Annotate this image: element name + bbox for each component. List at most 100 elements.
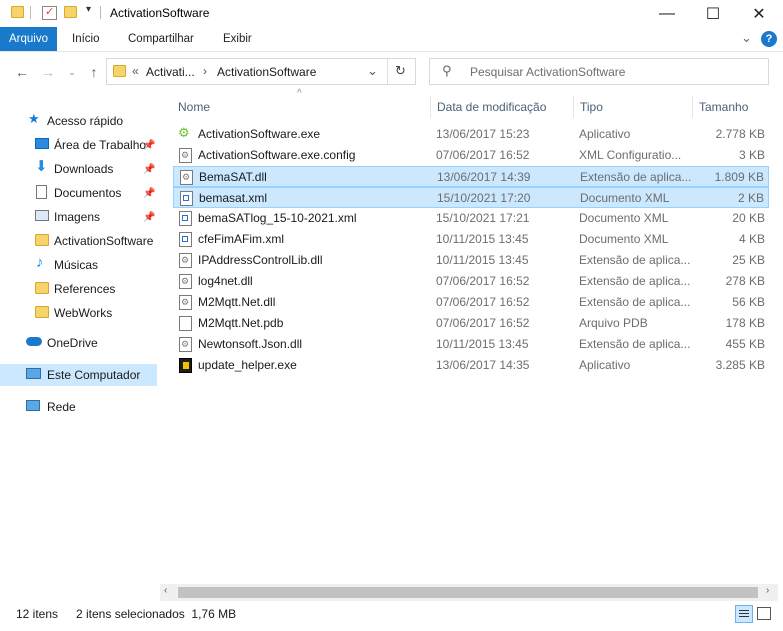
file-type: Documento XML xyxy=(579,232,669,246)
column-divider[interactable] xyxy=(430,96,431,118)
close-button[interactable]: ✕ xyxy=(736,0,782,27)
tab-exibir[interactable]: Exibir xyxy=(223,27,252,51)
nav-item-label: Acesso rápido xyxy=(47,114,124,128)
breadcrumb-item[interactable]: Activati... xyxy=(146,65,195,79)
address-dropdown-icon[interactable]: ⌄ xyxy=(367,63,378,79)
tab-compartilhar[interactable]: Compartilhar xyxy=(128,27,194,51)
nav-item-label: Rede xyxy=(47,400,76,414)
nav-item-este-computador[interactable]: Este Computador xyxy=(0,364,157,386)
column-header-date[interactable]: Data de modificação xyxy=(437,96,546,118)
pin-icon: 📌 xyxy=(143,139,156,151)
file-size: 25 KB xyxy=(732,253,765,267)
minimize-button[interactable]: — xyxy=(644,0,690,27)
properties-icon[interactable]: ✓ xyxy=(42,6,57,20)
folder-icon xyxy=(113,65,126,77)
table-row[interactable]: ⚙ IPAddressControlLib.dll 10/11/2015 13:45… xyxy=(173,250,769,271)
details-view-icon[interactable] xyxy=(735,605,753,623)
exe-icon: ⚙ xyxy=(178,125,190,140)
help-icon[interactable]: ? xyxy=(761,31,777,47)
pin-icon: 📌 xyxy=(143,163,156,175)
up-arrow-icon[interactable]: ↑ xyxy=(84,62,104,82)
file-type: Extensão de aplica... xyxy=(579,337,691,351)
desktop-icon xyxy=(35,138,49,149)
search-box[interactable]: ⚲ Pesquisar ActivationSoftware xyxy=(429,58,769,85)
table-row[interactable]: ⚙ Newtonsoft.Json.dll 10/11/2015 13:45 Exte… xyxy=(173,334,769,355)
nav-item-label: ActivationSoftware xyxy=(54,234,154,248)
tab-arquivo[interactable]: Arquivo xyxy=(0,27,57,51)
search-input[interactable]: Pesquisar ActivationSoftware xyxy=(470,65,625,79)
column-header-type[interactable]: Tipo xyxy=(580,96,603,118)
nav-item-musicas[interactable]: ♪ Músicas xyxy=(0,254,157,276)
file-name: M2Mqtt.Net.dll xyxy=(198,295,276,309)
recent-locations-icon[interactable]: ⌄ xyxy=(62,62,82,82)
new-folder-icon[interactable] xyxy=(64,6,77,18)
table-row[interactable]: bemasat.xml 15/10/2021 17:20 Documento XML… xyxy=(173,187,769,208)
file-name: ActivationSoftware.exe.config xyxy=(198,148,356,162)
nav-item-area-de-trabalho[interactable]: Área de Trabalho 📌 xyxy=(0,134,157,156)
file-type: Documento XML xyxy=(580,191,670,205)
scrollbar-thumb[interactable] xyxy=(178,587,758,598)
column-header-size[interactable]: Tamanho xyxy=(699,96,748,118)
table-row[interactable]: M2Mqtt.Net.pdb 07/06/2017 16:52 Arquivo PD… xyxy=(173,313,769,334)
config-icon: ⚙ xyxy=(179,148,192,163)
column-header-name[interactable]: Nome xyxy=(178,96,210,118)
table-row[interactable]: update_helper.exe 13/06/2017 14:35 Aplicat… xyxy=(173,355,769,376)
file-date: 07/06/2017 16:52 xyxy=(436,274,530,288)
folder-icon xyxy=(35,306,49,318)
pin-icon: 📌 xyxy=(143,211,156,223)
nav-item-webworks[interactable]: WebWorks xyxy=(0,302,157,324)
breadcrumb-item[interactable]: ActivationSoftware xyxy=(217,65,316,79)
nav-item-label: Área de Trabalho xyxy=(54,138,147,152)
address-bar[interactable]: « Activati... › ActivationSoftware ⌄ ↻ xyxy=(106,58,416,85)
dll-icon: ⚙ xyxy=(179,253,192,268)
scroll-left-icon[interactable]: ‹ xyxy=(164,585,167,596)
table-row[interactable]: cfeFimAFim.xml 10/11/2015 13:45 Documento … xyxy=(173,229,769,250)
navigation-pane: ★ Acesso rápido Área de Trabalho 📌 ⬇ Dow… xyxy=(0,96,160,586)
nav-item-label: Imagens xyxy=(54,210,101,224)
nav-item-activationsoftware[interactable]: ActivationSoftware xyxy=(0,230,157,252)
table-row[interactable]: ⚙ ActivationSoftware.exe.config 07/06/2017… xyxy=(173,145,769,166)
nav-item-imagens[interactable]: Imagens 📌 xyxy=(0,206,157,228)
file-name: cfeFimAFim.xml xyxy=(198,232,284,246)
nav-item-downloads[interactable]: ⬇ Downloads 📌 xyxy=(0,158,157,180)
nav-item-acesso-rapido[interactable]: ★ Acesso rápido xyxy=(0,110,157,132)
tab-inicio[interactable]: Início xyxy=(72,27,100,51)
file-date: 10/11/2015 13:45 xyxy=(436,232,529,246)
table-row[interactable]: ⚙ BemaSAT.dll 13/06/2017 14:39 Extensão de … xyxy=(173,166,769,187)
scroll-right-icon[interactable]: › xyxy=(766,585,769,596)
table-row[interactable]: ⚙ M2Mqtt.Net.dll 07/06/2017 16:52 Extensão … xyxy=(173,292,769,313)
file-type: Arquivo PDB xyxy=(579,316,648,330)
xml-icon xyxy=(179,232,192,247)
back-arrow-icon[interactable]: ← xyxy=(12,62,32,82)
column-divider[interactable] xyxy=(692,96,693,118)
nav-item-label: OneDrive xyxy=(47,336,98,350)
cloud-icon xyxy=(26,337,42,346)
nav-item-references[interactable]: References xyxy=(0,278,157,300)
column-divider[interactable] xyxy=(573,96,574,118)
table-row[interactable]: ⚙ log4net.dll 07/06/2017 16:52 Extensão de … xyxy=(173,271,769,292)
nav-item-documentos[interactable]: Documentos 📌 xyxy=(0,182,157,204)
title-bar: ✓ ▾ ActivationSoftware — ☐ ✕ xyxy=(0,0,783,27)
file-type: Aplicativo xyxy=(579,358,631,372)
table-row[interactable]: ⚙ ActivationSoftware.exe 13/06/2017 15:23 A… xyxy=(173,124,769,145)
maximize-button[interactable]: ☐ xyxy=(690,0,736,27)
dll-icon: ⚙ xyxy=(179,295,192,310)
nav-item-label: References xyxy=(54,282,116,296)
forward-arrow-icon[interactable]: → xyxy=(38,62,58,82)
nav-item-rede[interactable]: Rede xyxy=(0,396,157,418)
overflow-icon[interactable]: « xyxy=(132,64,139,78)
breadcrumb-separator-icon[interactable]: › xyxy=(203,64,207,78)
expand-ribbon-icon[interactable]: ⌄ xyxy=(741,30,752,46)
refresh-icon[interactable]: ↻ xyxy=(395,63,406,79)
nav-item-onedrive[interactable]: OneDrive xyxy=(0,332,157,354)
pin-icon: 📌 xyxy=(143,187,156,199)
divider xyxy=(30,6,31,19)
table-row[interactable]: bemaSATlog_15-10-2021.xml 15/10/2021 17:2… xyxy=(173,208,769,229)
folder-icon xyxy=(35,282,49,294)
customize-quick-access-icon[interactable]: ▾ xyxy=(86,4,91,15)
file-type: Extensão de aplica... xyxy=(579,253,691,267)
file-date: 10/11/2015 13:45 xyxy=(436,253,529,267)
file-date: 07/06/2017 16:52 xyxy=(436,295,530,309)
file-size: 278 KB xyxy=(725,274,765,288)
large-icons-view-icon[interactable] xyxy=(757,607,771,620)
